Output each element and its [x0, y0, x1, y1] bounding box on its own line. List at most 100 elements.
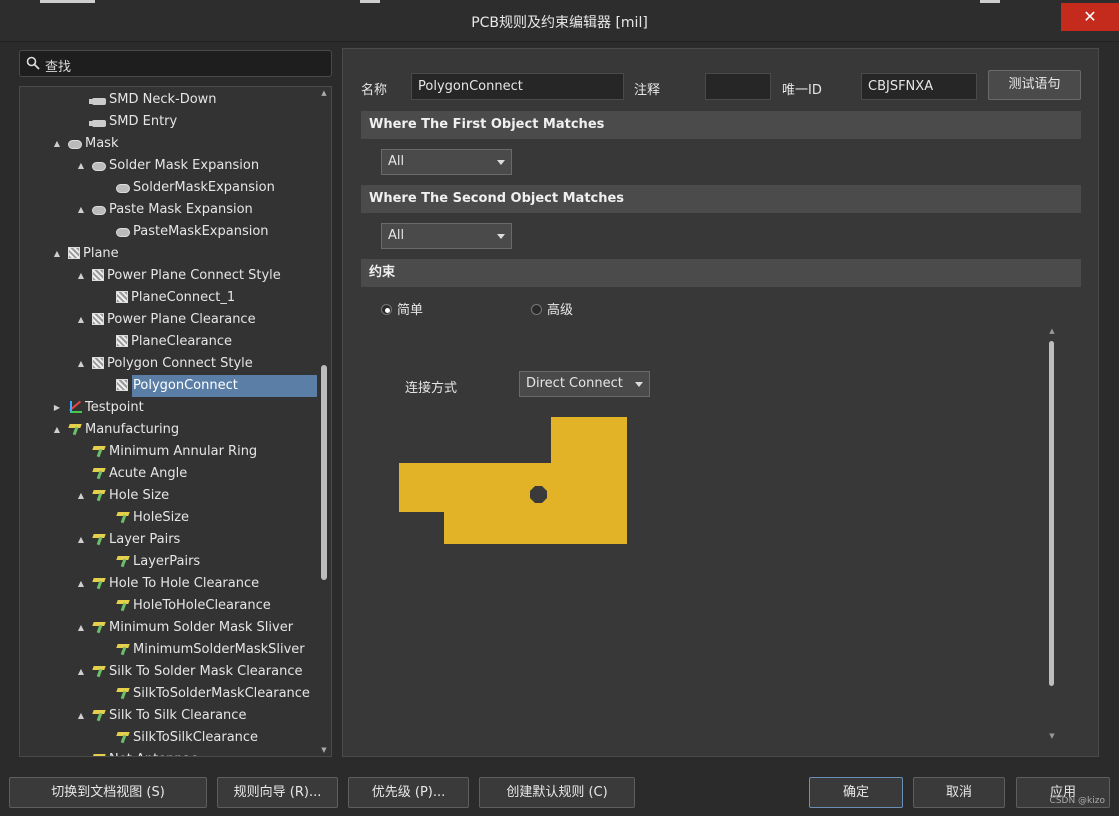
tree-item-label: MinimumSolderMaskSliver [133, 642, 305, 657]
tree-item[interactable]: ▲ Plane [54, 243, 119, 265]
tree-item[interactable]: LayerPairs [116, 551, 200, 573]
scroll-down-icon[interactable]: ▼ [320, 746, 328, 754]
plane-icon [116, 335, 128, 347]
tree-item[interactable]: ▲ Net Antennae [78, 749, 199, 756]
tree-item[interactable]: SilkToSilkClearance [116, 727, 258, 749]
tree-item[interactable]: ▲ Power Plane Connect Style [78, 265, 281, 287]
tree-item[interactable]: ▲ Hole To Hole Clearance [78, 573, 259, 595]
tree-item[interactable]: PlaneConnect_1 [116, 287, 235, 309]
tree-item-label: Acute Angle [109, 466, 188, 481]
collapse-arrow-icon[interactable]: ▲ [52, 133, 62, 155]
ok-button[interactable]: 确定 [809, 777, 903, 808]
tree-item-label: Layer Pairs [109, 532, 181, 547]
tree-item[interactable]: HoleSize [116, 507, 189, 529]
tree-item[interactable]: ▲ Solder Mask Expansion [78, 155, 260, 177]
collapse-arrow-icon[interactable]: ▲ [76, 661, 86, 683]
collapse-arrow-icon[interactable]: ▲ [76, 617, 86, 639]
tree-scrollbar[interactable]: ▲ ▼ [320, 87, 328, 756]
cancel-button[interactable]: 取消 [913, 777, 1005, 808]
constraint-scrollbar[interactable]: ▲ ▼ [1047, 327, 1057, 740]
close-button[interactable]: ✕ [1061, 3, 1119, 31]
collapse-arrow-icon[interactable]: ▲ [76, 705, 86, 727]
name-field[interactable]: PolygonConnect [411, 73, 624, 100]
rule-wizard-button[interactable]: 规则向导 (R)... [217, 777, 338, 808]
collapse-arrow-icon[interactable]: ▲ [76, 309, 86, 331]
smd-icon [89, 98, 106, 105]
tree-item[interactable]: ▲ Minimum Solder Mask Sliver [78, 617, 293, 639]
collapse-arrow-icon[interactable]: ▲ [76, 573, 86, 595]
tree-item[interactable]: ▲ Paste Mask Expansion [78, 199, 253, 221]
collapse-arrow-icon[interactable]: ▲ [76, 485, 86, 507]
manufacturing-icon [92, 467, 106, 479]
connect-style-label: 连接方式 [405, 381, 458, 396]
pad-icon [530, 486, 547, 503]
tree-item[interactable]: ▲ Power Plane Clearance [78, 309, 256, 331]
tree-item[interactable]: SilkToSolderMaskClearance [116, 683, 310, 705]
tree-item-label: PlaneConnect_1 [131, 290, 236, 305]
comment-field[interactable] [705, 73, 771, 100]
collapse-arrow-icon[interactable]: ▲ [76, 155, 86, 177]
tree-item[interactable]: SMD Entry [89, 111, 177, 133]
scroll-up-icon[interactable]: ▲ [1047, 327, 1057, 335]
top-strip [980, 0, 1000, 3]
tree-item[interactable]: ▲ Mask [54, 133, 119, 155]
create-default-rules-button[interactable]: 创建默认规则 (C) [479, 777, 635, 808]
first-match-value: All [388, 154, 405, 169]
uid-label: 唯一ID [782, 83, 822, 98]
collapse-arrow-icon[interactable]: ▲ [76, 353, 86, 375]
tree-item[interactable]: HoleToHoleClearance [116, 595, 271, 617]
rule-tree[interactable]: SMD Neck-Down SMD Entry ▲ Mask ▲ Solder Mask … [19, 86, 332, 757]
second-match-select[interactable]: All [381, 223, 512, 249]
collapse-arrow-icon[interactable]: ▲ [52, 243, 62, 265]
tree-item-label: SilkToSilkClearance [133, 730, 259, 745]
document-view-button[interactable]: 切换到文档视图 (S) [9, 777, 207, 808]
collapse-arrow-icon[interactable]: ▲ [76, 265, 86, 287]
tree-item[interactable]: ▶ Testpoint [54, 397, 144, 419]
priority-button[interactable]: 优先级 (P)... [348, 777, 469, 808]
collapse-arrow-icon[interactable]: ▲ [52, 419, 62, 441]
tree-item[interactable]: MinimumSolderMaskSliver [116, 639, 305, 661]
manufacturing-icon [116, 731, 130, 743]
tree-item[interactable]: ▲ Layer Pairs [78, 529, 181, 551]
collapse-arrow-icon[interactable]: ▲ [76, 529, 86, 551]
tree-item[interactable]: SMD Neck-Down [89, 89, 217, 111]
scroll-up-icon[interactable]: ▲ [320, 89, 328, 97]
comment-label: 注释 [634, 83, 661, 98]
scroll-thumb[interactable] [321, 365, 327, 580]
tree-item[interactable]: ▲ Silk To Silk Clearance [78, 705, 247, 727]
collapse-arrow-icon[interactable]: ▲ [76, 199, 86, 221]
manufacturing-icon [92, 577, 106, 589]
radio-selected-icon [381, 304, 392, 315]
tree-item[interactable]: ▲ Manufacturing [54, 419, 179, 441]
manufacturing-icon [116, 643, 130, 655]
tree-item[interactable]: ▲ Polygon Connect Style [78, 353, 253, 375]
connect-style-select[interactable]: Direct Connect [519, 371, 650, 397]
uid-field[interactable]: CBJSFNXA [861, 73, 977, 100]
collapse-arrow-icon[interactable]: ▲ [76, 749, 86, 756]
mode-advanced-radio[interactable]: 高级 [531, 299, 573, 318]
test-query-button[interactable]: 测试语句 [988, 70, 1081, 100]
tree-item[interactable]: PlaneClearance [116, 331, 232, 353]
manufacturing-icon [116, 555, 130, 567]
mode-simple-radio[interactable]: 简单 [381, 299, 423, 318]
direct-connect-preview [399, 417, 627, 544]
tree-item[interactable]: Acute Angle [92, 463, 187, 485]
first-match-select[interactable]: All [381, 149, 512, 175]
tree-item-label: Solder Mask Expansion [109, 158, 260, 173]
manufacturing-icon [92, 533, 106, 545]
scroll-thumb[interactable] [1049, 341, 1054, 686]
mode-advanced-label: 高级 [547, 303, 574, 318]
tree-item[interactable]: ▲ Silk To Solder Mask Clearance [78, 661, 303, 683]
tree-item[interactable]: Minimum Annular Ring [92, 441, 257, 463]
scroll-down-icon[interactable]: ▼ [1047, 732, 1057, 740]
search-input[interactable]: 查找 [19, 50, 332, 77]
plane-icon [92, 313, 104, 325]
tree-item[interactable]: PolygonConnect [116, 375, 242, 397]
tree-item[interactable]: SolderMaskExpansion [116, 177, 275, 199]
expand-arrow-icon[interactable]: ▶ [52, 397, 62, 419]
plane-icon [116, 379, 128, 391]
chevron-down-icon [497, 160, 505, 165]
tree-item[interactable]: ▲ Hole Size [78, 485, 169, 507]
tree-item-label: HoleToHoleClearance [133, 598, 271, 613]
tree-item[interactable]: PasteMaskExpansion [116, 221, 269, 243]
